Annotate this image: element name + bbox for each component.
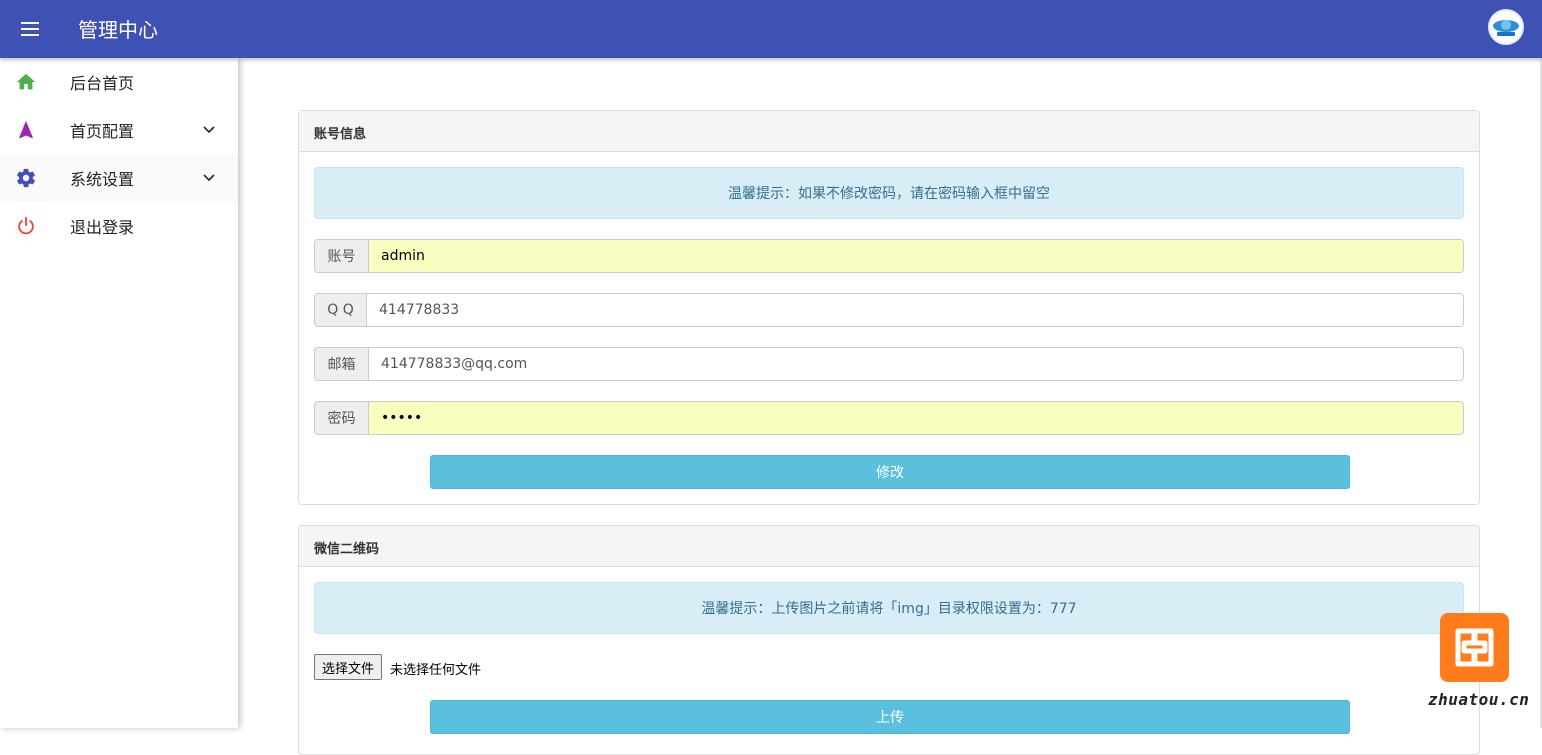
sidebar-item-system-settings[interactable]: 系统设置 (0, 154, 238, 202)
sidebar-item-label: 后台首页 (70, 74, 135, 93)
email-input[interactable] (368, 347, 1464, 381)
account-input-group: 账号 (314, 239, 1464, 273)
gear-icon (17, 168, 35, 188)
email-input-group: 邮箱 (314, 347, 1464, 381)
sidebar-item-home[interactable]: 后台首页 (0, 58, 238, 106)
watermark-logo (1440, 613, 1509, 682)
sidebar-item-label: 退出登录 (70, 218, 135, 237)
modify-button[interactable]: 修改 (430, 455, 1350, 489)
home-icon (16, 73, 36, 90)
site-logo-avatar[interactable] (1488, 9, 1524, 45)
password-notice: 温馨提示：如果不修改密码，请在密码输入框中留空 (314, 167, 1464, 219)
sidebar-item-label: 系统设置 (70, 170, 135, 189)
wechat-qr-panel: 微信二维码 温馨提示：上传图片之前请将「img」目录权限设置为：777 选择文件… (298, 525, 1480, 755)
password-input[interactable] (368, 401, 1464, 435)
sidebar-item-homepage-config[interactable]: 首页配置 (0, 106, 238, 154)
qq-input[interactable] (366, 293, 1464, 327)
account-label: 账号 (314, 239, 368, 273)
app-title: 管理中心 (78, 18, 158, 42)
password-input-group: 密码 (314, 401, 1464, 435)
power-icon (18, 216, 34, 235)
top-app-bar: 管理中心 (0, 0, 1542, 58)
sidebar-item-logout[interactable]: 退出登录 (0, 202, 238, 250)
chevron-down-icon[interactable] (202, 123, 216, 137)
navigation-arrow-icon (19, 120, 33, 139)
sidebar: 后台首页 首页配置 系统设置 退出登录 (0, 58, 238, 728)
account-info-panel: 账号信息 温馨提示：如果不修改密码，请在密码输入框中留空 账号 Q Q 邮箱 密… (298, 110, 1480, 505)
qq-label: Q Q (314, 293, 366, 327)
chevron-down-icon[interactable] (202, 171, 216, 185)
watermark-text: zhuatou.cn (1428, 690, 1530, 709)
panel-title: 微信二维码 (299, 526, 1479, 567)
hamburger-menu-icon[interactable] (14, 13, 46, 45)
account-input[interactable] (368, 239, 1464, 273)
sidebar-item-label: 首页配置 (70, 122, 135, 141)
upload-notice: 温馨提示：上传图片之前请将「img」目录权限设置为：777 (314, 582, 1464, 634)
password-label: 密码 (314, 401, 368, 435)
email-label: 邮箱 (314, 347, 368, 381)
panel-title: 账号信息 (299, 111, 1479, 152)
choose-file-button[interactable]: 选择文件 (314, 654, 383, 680)
upload-button[interactable]: 上传 (430, 700, 1350, 734)
file-status: 未选择任何文件 (390, 663, 482, 678)
qq-input-group: Q Q (314, 293, 1464, 327)
